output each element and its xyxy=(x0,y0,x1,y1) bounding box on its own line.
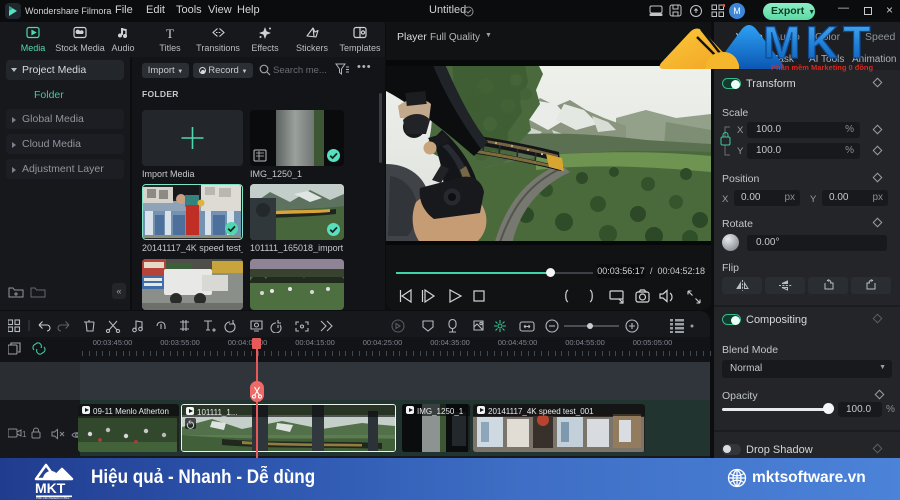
svg-text:MKT: MKT xyxy=(35,480,66,496)
svg-text:MKT: MKT xyxy=(763,21,875,68)
svg-text:Phần mềm Marketing 0 đồng: Phần mềm Marketing 0 đồng xyxy=(771,63,874,72)
svg-text:Phần mềm Marketing 0 đồng: Phần mềm Marketing 0 đồng xyxy=(36,496,70,499)
